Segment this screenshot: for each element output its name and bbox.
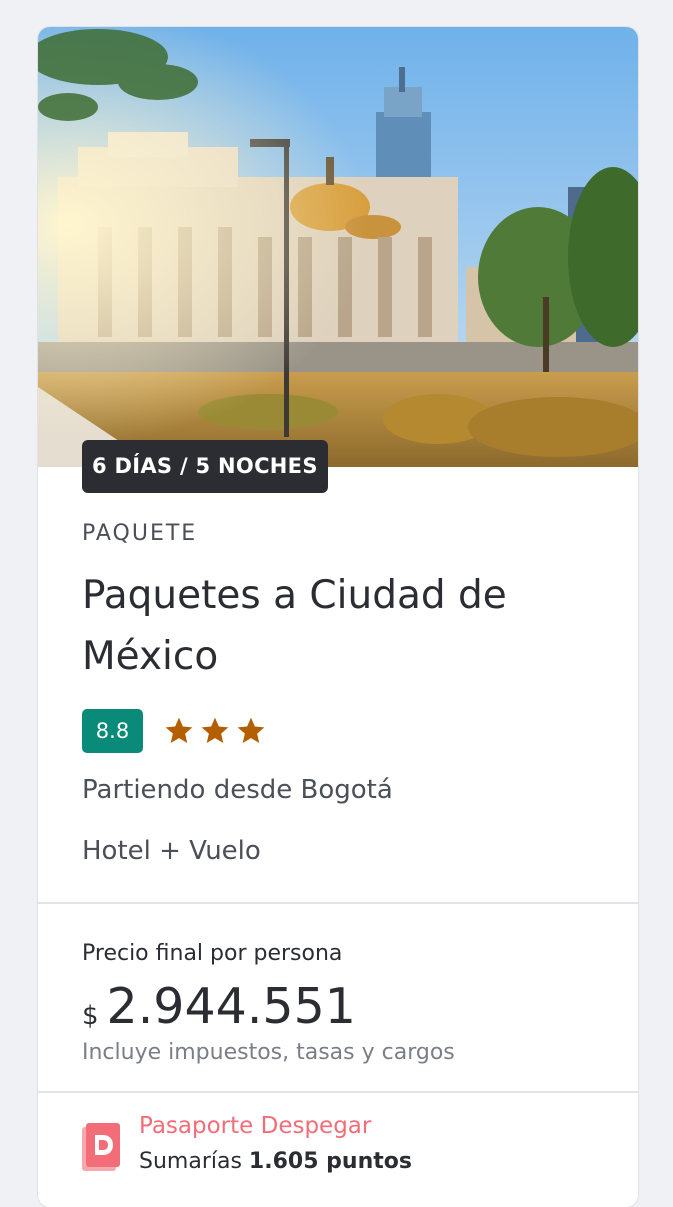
price-amount: 2.944.551 [106, 978, 356, 1035]
origin-city: Partiendo desde Bogotá [82, 775, 393, 805]
palacio-bellas-artes-image [38, 27, 638, 467]
duration-badge: 6 DÍAS / 5 NOCHES [82, 440, 328, 493]
package-card[interactable]: 6 DÍAS / 5 NOCHES PAQUETE Paquetes a Ciu… [38, 27, 638, 1207]
price-label: Precio final por persona [82, 941, 343, 966]
package-title[interactable]: Paquetes a Ciudad de México [82, 565, 602, 687]
points-prefix: Sumarías [139, 1149, 242, 1174]
rating-row: 8.8 [82, 709, 271, 753]
package-includes: Hotel + Vuelo [82, 836, 261, 866]
taxes-note: Incluye impuestos, tasas y cargos [82, 1040, 455, 1065]
product-type-label: PAQUETE [82, 521, 198, 546]
star-icon [165, 717, 193, 743]
divider [38, 1091, 638, 1093]
star-icon [201, 717, 229, 743]
destination-photo[interactable] [38, 27, 638, 467]
points-value: 1.605 puntos [248, 1149, 412, 1174]
divider [38, 902, 638, 904]
passport-program-link[interactable]: Pasaporte Despegar [139, 1113, 371, 1139]
star-icon [237, 717, 265, 743]
passport-icon [82, 1123, 120, 1171]
price-row: $ 2.944.551 [82, 977, 356, 1037]
currency-symbol: $ [82, 1001, 99, 1031]
hotel-stars [163, 715, 271, 747]
rating-score-badge: 8.8 [82, 709, 143, 753]
passport-points: Sumarías 1.605 puntos [139, 1149, 412, 1174]
